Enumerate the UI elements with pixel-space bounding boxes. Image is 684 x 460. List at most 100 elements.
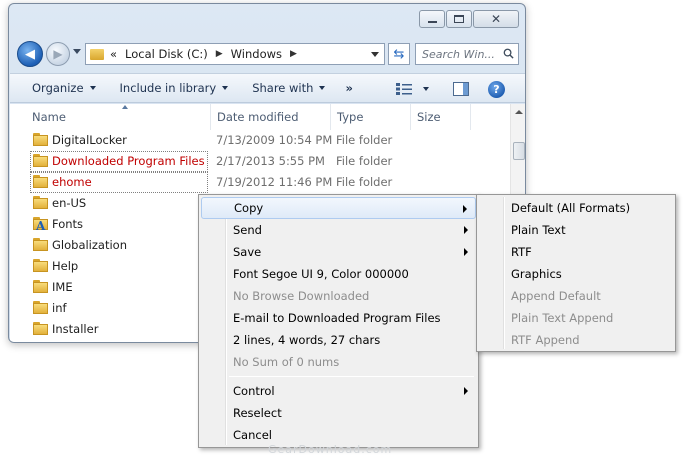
chevron-right-icon[interactable]: ▶ <box>216 49 223 59</box>
views-dropdown-icon[interactable] <box>423 87 429 91</box>
file-name: Installer <box>52 321 99 336</box>
back-button[interactable]: ◀ <box>17 41 43 67</box>
share-with-label: Share with <box>252 81 314 95</box>
menu-item-text-stats[interactable]: 2 lines, 4 words, 27 chars <box>201 329 476 351</box>
include-in-library-button[interactable]: Include in library <box>108 74 241 102</box>
forward-arrow-icon: ▶ <box>53 47 63 61</box>
back-arrow-icon: ◀ <box>25 46 35 62</box>
file-type: File folder <box>336 132 393 147</box>
address-overflow[interactable]: « <box>110 47 117 61</box>
menu-separator <box>229 376 474 377</box>
menu-item-sum: No Sum of 0 nums <box>201 351 476 373</box>
column-name-label: Name <box>32 110 66 124</box>
menu-item-send[interactable]: Send <box>201 219 476 241</box>
menu-item-label: Send <box>233 223 262 237</box>
refresh-icon: ⇆ <box>393 46 405 62</box>
scrollbar-thumb[interactable] <box>513 142 525 160</box>
submenu-item-plain-text-append: Plain Text Append <box>479 307 673 329</box>
watermark: GearDownload.com <box>268 443 393 456</box>
submenu-item-default[interactable]: Default (All Formats) <box>479 197 673 219</box>
menu-item-label: RTF Append <box>511 333 580 347</box>
file-name: ehome <box>52 174 92 189</box>
menu-item-label: Plain Text Append <box>511 311 614 325</box>
menu-item-label: Plain Text <box>511 223 566 237</box>
submenu-arrow-icon <box>463 205 467 213</box>
column-size[interactable]: Size <box>411 104 471 130</box>
file-date: 7/19/2012 11:46 PM <box>216 174 333 189</box>
file-name: en-US <box>52 195 87 210</box>
menu-item-label: Cancel <box>233 428 272 442</box>
column-size-label: Size <box>417 110 441 124</box>
menu-item-label: Reselect <box>233 406 282 420</box>
table-row[interactable]: Downloaded Program Files 2/17/2013 5:55 … <box>10 150 508 172</box>
table-row[interactable]: ehome 7/19/2012 11:46 PM File folder <box>10 171 508 193</box>
submenu-item-rtf[interactable]: RTF <box>479 241 673 263</box>
preview-pane-icon[interactable] <box>453 82 469 96</box>
menu-item-label: Append Default <box>511 289 601 303</box>
file-type: File folder <box>336 153 393 168</box>
file-name: Downloaded Program Files <box>52 153 205 168</box>
folder-icon <box>33 196 48 209</box>
maximize-button[interactable] <box>446 10 472 28</box>
submenu-item-plain-text[interactable]: Plain Text <box>479 219 673 241</box>
folder-icon <box>33 280 48 293</box>
menu-item-reselect[interactable]: Reselect <box>201 402 476 424</box>
menu-item-label: Control <box>233 384 275 398</box>
refresh-button[interactable]: ⇆ <box>388 43 410 65</box>
more-commands-button[interactable]: » <box>337 81 360 95</box>
include-in-library-label: Include in library <box>119 81 217 95</box>
forward-button[interactable]: ▶ <box>46 42 70 66</box>
recent-pages-dropdown-icon[interactable] <box>73 49 81 54</box>
address-dropdown-icon[interactable] <box>371 52 379 57</box>
share-with-button[interactable]: Share with <box>240 74 337 102</box>
table-row[interactable]: DigitalLocker 7/13/2009 10:54 PM File fo… <box>10 129 508 150</box>
menu-item-label: 2 lines, 4 words, 27 chars <box>233 333 381 347</box>
menu-item-browse: No Browse Downloaded <box>201 285 476 307</box>
folder-icon <box>33 154 48 167</box>
submenu-item-rtf-append: RTF Append <box>479 329 673 351</box>
column-type[interactable]: Type <box>331 104 411 130</box>
address-segment-local-disk[interactable]: Local Disk (C:) <box>125 47 208 61</box>
column-header: Name Date modified Type Size <box>10 104 508 130</box>
menu-item-copy[interactable]: Copy <box>201 197 476 219</box>
menu-item-font-info[interactable]: Font Segoe UI 9, Color 000000 <box>201 263 476 285</box>
menu-item-label: Font Segoe UI 9, Color 000000 <box>233 267 409 281</box>
minimize-button[interactable] <box>419 10 445 28</box>
folder-icon <box>33 133 48 146</box>
menu-item-email[interactable]: E-mail to Downloaded Program Files <box>201 307 476 329</box>
search-input[interactable]: Search Win... <box>415 43 519 65</box>
column-date-modified[interactable]: Date modified <box>211 104 331 130</box>
chevron-right-icon[interactable]: ▶ <box>290 49 297 59</box>
folder-icon <box>33 238 48 251</box>
address-segment-windows[interactable]: Windows <box>231 47 282 61</box>
folder-icon <box>33 301 48 314</box>
submenu-arrow-icon <box>464 387 468 395</box>
menu-item-label: Copy <box>234 201 264 215</box>
menu-item-label: Default (All Formats) <box>511 201 631 215</box>
menu-item-label: E-mail to Downloaded Program Files <box>233 311 441 325</box>
column-name[interactable]: Name <box>10 104 211 130</box>
file-name: Help <box>52 258 79 273</box>
file-date: 7/13/2009 10:54 PM <box>216 132 333 147</box>
scroll-up-icon[interactable] <box>515 110 523 114</box>
file-name: inf <box>52 300 67 315</box>
column-date-label: Date modified <box>217 110 299 124</box>
search-icon <box>503 48 514 59</box>
help-icon[interactable]: ? <box>488 81 505 98</box>
address-bar[interactable]: « Local Disk (C:) ▶ Windows ▶ <box>85 43 385 65</box>
maximize-icon <box>454 15 464 23</box>
submenu-item-graphics[interactable]: Graphics <box>479 263 673 285</box>
menu-item-label: No Browse Downloaded <box>233 289 370 303</box>
submenu-arrow-icon <box>464 226 468 234</box>
chevron-down-icon <box>89 86 96 90</box>
menu-item-save[interactable]: Save <box>201 241 476 263</box>
organize-button[interactable]: Organize <box>10 74 108 102</box>
change-view-icon[interactable] <box>396 83 412 95</box>
file-name: Globalization <box>52 237 127 252</box>
folder-icon <box>90 48 104 60</box>
menu-item-control[interactable]: Control <box>201 380 476 402</box>
submenu-arrow-icon <box>464 248 468 256</box>
menu-item-label: Save <box>233 245 262 259</box>
close-button[interactable]: ✕ <box>473 10 519 28</box>
copy-submenu: Default (All Formats) Plain Text RTF Gra… <box>476 194 676 352</box>
